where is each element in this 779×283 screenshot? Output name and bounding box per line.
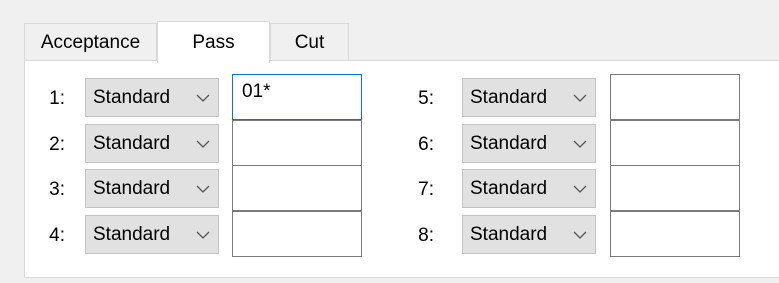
pass-type-dropdown-3[interactable]: Standard	[85, 169, 219, 208]
pass-type-dropdown-7[interactable]: Standard	[462, 169, 596, 208]
pass-type-value: Standard	[93, 223, 171, 245]
row-label: 3:	[49, 179, 65, 200]
tab-acceptance[interactable]: Acceptance	[24, 23, 157, 61]
pass-type-dropdown-8[interactable]: Standard	[462, 215, 596, 254]
pass-type-dropdown-6[interactable]: Standard	[462, 124, 596, 163]
pass-value-field-7[interactable]	[610, 165, 740, 211]
pass-type-value: Standard	[470, 223, 548, 245]
row-label: 6:	[418, 134, 434, 155]
pass-type-dropdown-1[interactable]: Standard	[85, 78, 219, 117]
chevron-down-icon	[188, 125, 218, 162]
pass-value-field-5[interactable]	[610, 74, 740, 120]
row-label: 4:	[49, 225, 65, 246]
pass-value-field-8[interactable]	[610, 211, 740, 257]
pass-type-dropdown-2[interactable]: Standard	[85, 124, 219, 163]
chevron-down-icon	[188, 216, 218, 253]
pass-type-dropdown-4[interactable]: Standard	[85, 215, 219, 254]
pass-panel: 1: Standard 01* 2: Standard 3: Standard …	[24, 60, 779, 278]
chevron-down-icon	[188, 170, 218, 207]
chevron-down-icon	[565, 170, 595, 207]
pass-type-dropdown-5[interactable]: Standard	[462, 78, 596, 117]
pass-type-value: Standard	[470, 132, 548, 154]
row-label: 2:	[49, 134, 65, 155]
pass-type-value: Standard	[470, 86, 548, 108]
tab-acceptance-label: Acceptance	[40, 31, 141, 53]
tab-cut[interactable]: Cut	[270, 23, 349, 61]
tab-pass-label: Pass	[192, 31, 235, 53]
row-label: 5:	[418, 88, 434, 109]
row-label: 1:	[49, 88, 65, 109]
chevron-down-icon	[188, 79, 218, 116]
pass-value-field-3[interactable]	[232, 165, 362, 211]
pass-type-value: Standard	[470, 177, 548, 199]
tab-pass[interactable]: Pass	[157, 21, 270, 63]
row-label: 7:	[418, 179, 434, 200]
tab-cut-label: Cut	[294, 31, 325, 53]
chevron-down-icon	[565, 216, 595, 253]
pass-value-field-1[interactable]: 01*	[232, 74, 362, 120]
pass-type-value: Standard	[93, 177, 171, 199]
row-label: 8:	[418, 225, 434, 246]
chevron-down-icon	[565, 79, 595, 116]
pass-value-field-2[interactable]	[232, 120, 362, 166]
pass-value-field-6[interactable]	[610, 120, 740, 166]
pass-value-field-4[interactable]	[232, 211, 362, 257]
chevron-down-icon	[565, 125, 595, 162]
pass-type-value: Standard	[93, 132, 171, 154]
pass-type-value: Standard	[93, 86, 171, 108]
